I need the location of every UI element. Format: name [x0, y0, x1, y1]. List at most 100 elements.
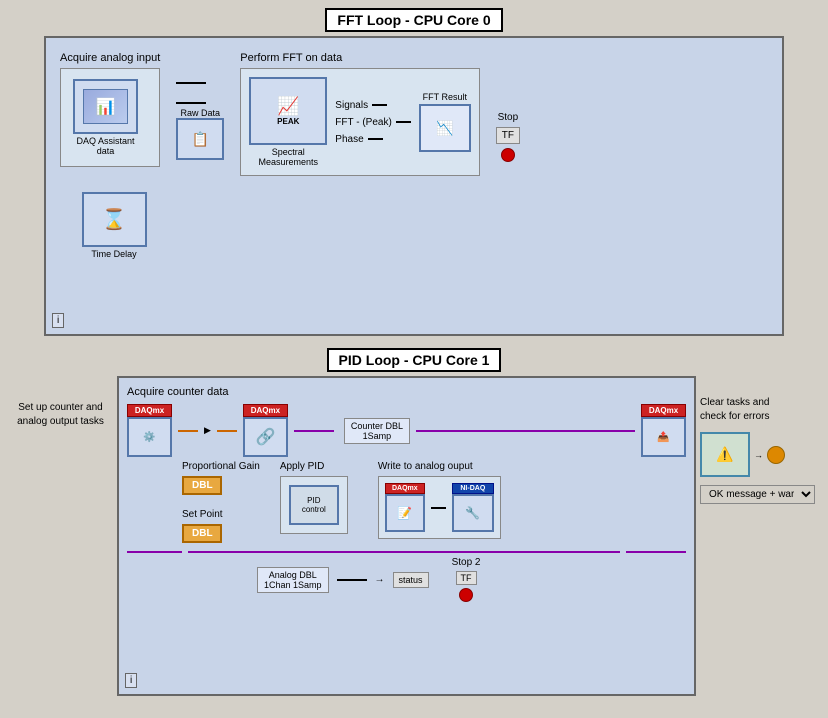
set-point-label: Set Point — [182, 509, 260, 520]
stop2-section: Stop 2 TF — [452, 557, 481, 602]
acquire-label: Acquire analog input — [60, 52, 160, 64]
tf-block: TF — [496, 127, 520, 144]
orange-wire-2 — [217, 430, 237, 432]
stop2-indicator — [459, 588, 473, 602]
status-label: status — [393, 572, 429, 588]
arrow-icon-1: ▶ — [204, 425, 211, 436]
pid-setup-label: Set up counter and analog output tasks — [8, 376, 113, 429]
nidaqmx-block: NI-DAQ 🔧 — [452, 483, 494, 532]
tf2-block: TF — [456, 571, 477, 585]
phase-row: Phase — [335, 134, 410, 145]
pid-right-section: Clear tasks and check for errors ⚠️ → OK… — [700, 376, 820, 504]
signals-row: Signals — [335, 100, 410, 111]
time-delay-section: ⌛ Time Delay — [74, 192, 154, 259]
analog-stop-row: Analog DBL1Chan 1Samp → status Stop 2 TF — [257, 557, 686, 602]
raw-data-section: Raw Data 📋 — [176, 92, 224, 160]
dbl-block-2: DBL — [182, 524, 222, 543]
ok-message-dropdown[interactable]: OK message + warnings — [700, 485, 815, 504]
signals-wire — [372, 104, 387, 106]
clear-label: Clear tasks and check for errors — [700, 396, 769, 424]
daq-block: 📊 DAQ Assistant data — [73, 79, 138, 156]
perform-box: Perform FFT on data 📈 PEAK Spectral Meas… — [240, 52, 479, 176]
pid-outer-box: i Acquire counter data DAQmx ⚙️ ▶ DAQmx — [117, 376, 696, 696]
daqmx-label-2: DAQmx — [243, 404, 288, 417]
stop-section: Stop TF — [496, 112, 520, 162]
spectral-outputs: Signals FFT - (Peak) Phase — [335, 100, 410, 145]
pid-control-label: PID control — [302, 496, 326, 514]
daqmx-icon-right: 📤 — [641, 417, 686, 457]
fft-loop-title: FFT Loop - CPU Core 0 — [325, 8, 502, 32]
daqmx-write-block: DAQmx 📝 — [385, 483, 425, 532]
prop-gain-section: Proportional Gain DBL Set Point DBL — [182, 461, 260, 543]
purple-wire-1 — [294, 430, 334, 432]
dbl-block-1: DBL — [182, 476, 222, 495]
main-container: FFT Loop - CPU Core 0 i Acquire analog i… — [8, 8, 820, 696]
daqmx-write-icon: 📝 — [385, 494, 425, 532]
purple-wire-bottom-long — [188, 551, 620, 553]
daqmx-right: DAQmx 📤 — [641, 404, 686, 457]
daqmx-block-2: DAQmx 🔗 — [243, 404, 288, 457]
pid-acquire-label: Acquire counter data — [127, 386, 686, 398]
pid-section: PID Loop - CPU Core 1 Set up counter and… — [8, 348, 820, 696]
pid-info-badge: i — [125, 673, 137, 688]
perform-label: Perform FFT on data — [240, 52, 479, 64]
pid-middle-section: Proportional Gain DBL Set Point DBL Appl… — [182, 461, 686, 543]
spectral-icon: 📈 PEAK — [249, 77, 327, 145]
hourglass-icon: ⌛ — [102, 207, 127, 232]
pid-control-icon: PID control — [289, 485, 339, 525]
fft-info-badge: i — [52, 313, 64, 328]
wire-1 — [176, 82, 206, 84]
output-indicator — [767, 446, 785, 464]
fft-peak-row: FFT - (Peak) — [335, 117, 410, 128]
write-analog-section: Write to analog ouput DAQmx 📝 NI-DAQ 🔧 — [378, 461, 501, 539]
pid-top-row: DAQmx ⚙️ ▶ DAQmx 🔗 Count — [127, 404, 686, 457]
raw-data-icon: 📋 — [176, 118, 224, 160]
fft-result-label: FFT Result — [423, 92, 467, 102]
arrow-icon-2: → — [375, 574, 385, 585]
daq-assistant-icon: 📊 — [73, 79, 138, 134]
fft-result-icon: 📉 — [419, 104, 471, 152]
analog-dbl-section: Analog DBL1Chan 1Samp — [257, 567, 329, 593]
pid-bottom-row — [127, 551, 686, 553]
spectral-label: Spectral Measurements — [259, 147, 319, 167]
fft-wires: Raw Data 📋 — [176, 52, 224, 160]
purple-wire-bottom-right — [626, 551, 686, 553]
pid-loop-title: PID Loop - CPU Core 1 — [327, 348, 502, 372]
daq-inner-icon: 📊 — [83, 89, 128, 124]
daqmx-left: DAQmx ⚙️ — [127, 404, 172, 457]
error-block: ⚠️ — [700, 432, 750, 477]
fft-outer-box: i Acquire analog input 📊 DAQ Assistant d… — [44, 36, 784, 336]
fft-result-block: FFT Result 📉 — [419, 92, 471, 152]
analog-wire — [337, 579, 367, 581]
proportional-gain-label: Proportional Gain — [182, 461, 260, 472]
apply-pid-box: PID control — [280, 476, 348, 534]
time-delay-icon: ⌛ — [82, 192, 147, 247]
purple-wire-bottom — [127, 551, 182, 553]
raw-data-label: Raw Data — [181, 108, 221, 118]
wire-2 — [176, 102, 206, 104]
counter-dbl-label: Counter DBL1Samp — [344, 418, 410, 444]
peak-label: PEAK — [277, 117, 299, 126]
daqmx-write-label: DAQmx — [385, 483, 425, 494]
phase-wire — [368, 138, 383, 140]
error-icon: ⚠️ — [716, 446, 733, 463]
counter-dbl-section: Counter DBL1Samp — [344, 418, 410, 444]
spectral-block: 📈 PEAK Spectral Measurements — [249, 77, 327, 167]
spectral-chart-icon: 📈 — [277, 96, 299, 117]
write-box: DAQmx 📝 NI-DAQ 🔧 — [378, 476, 501, 539]
acquire-box: Acquire analog input 📊 DAQ Assistant dat… — [60, 52, 160, 167]
purple-wire-long — [416, 430, 635, 432]
daqmx-icon-1: ⚙️ — [127, 417, 172, 457]
raw-data-block-container: Raw Data 📋 — [176, 108, 224, 160]
nidaqmx-label: NI-DAQ — [452, 483, 494, 494]
analog-dbl-label: Analog DBL1Chan 1Samp — [257, 567, 329, 593]
arrow-right-icon: → — [754, 450, 763, 460]
stop2-label: Stop 2 — [452, 557, 481, 568]
daqmx-label-1: DAQmx — [127, 404, 172, 417]
nidaqmx-icon: 🔧 — [452, 494, 494, 532]
pid-full-row: Set up counter and analog output tasks i… — [8, 376, 820, 696]
write-wire — [431, 507, 446, 509]
apply-pid-section: Apply PID PID control — [280, 461, 348, 534]
time-delay-label: Time Delay — [91, 249, 136, 259]
fft-peak-wire — [396, 121, 411, 123]
